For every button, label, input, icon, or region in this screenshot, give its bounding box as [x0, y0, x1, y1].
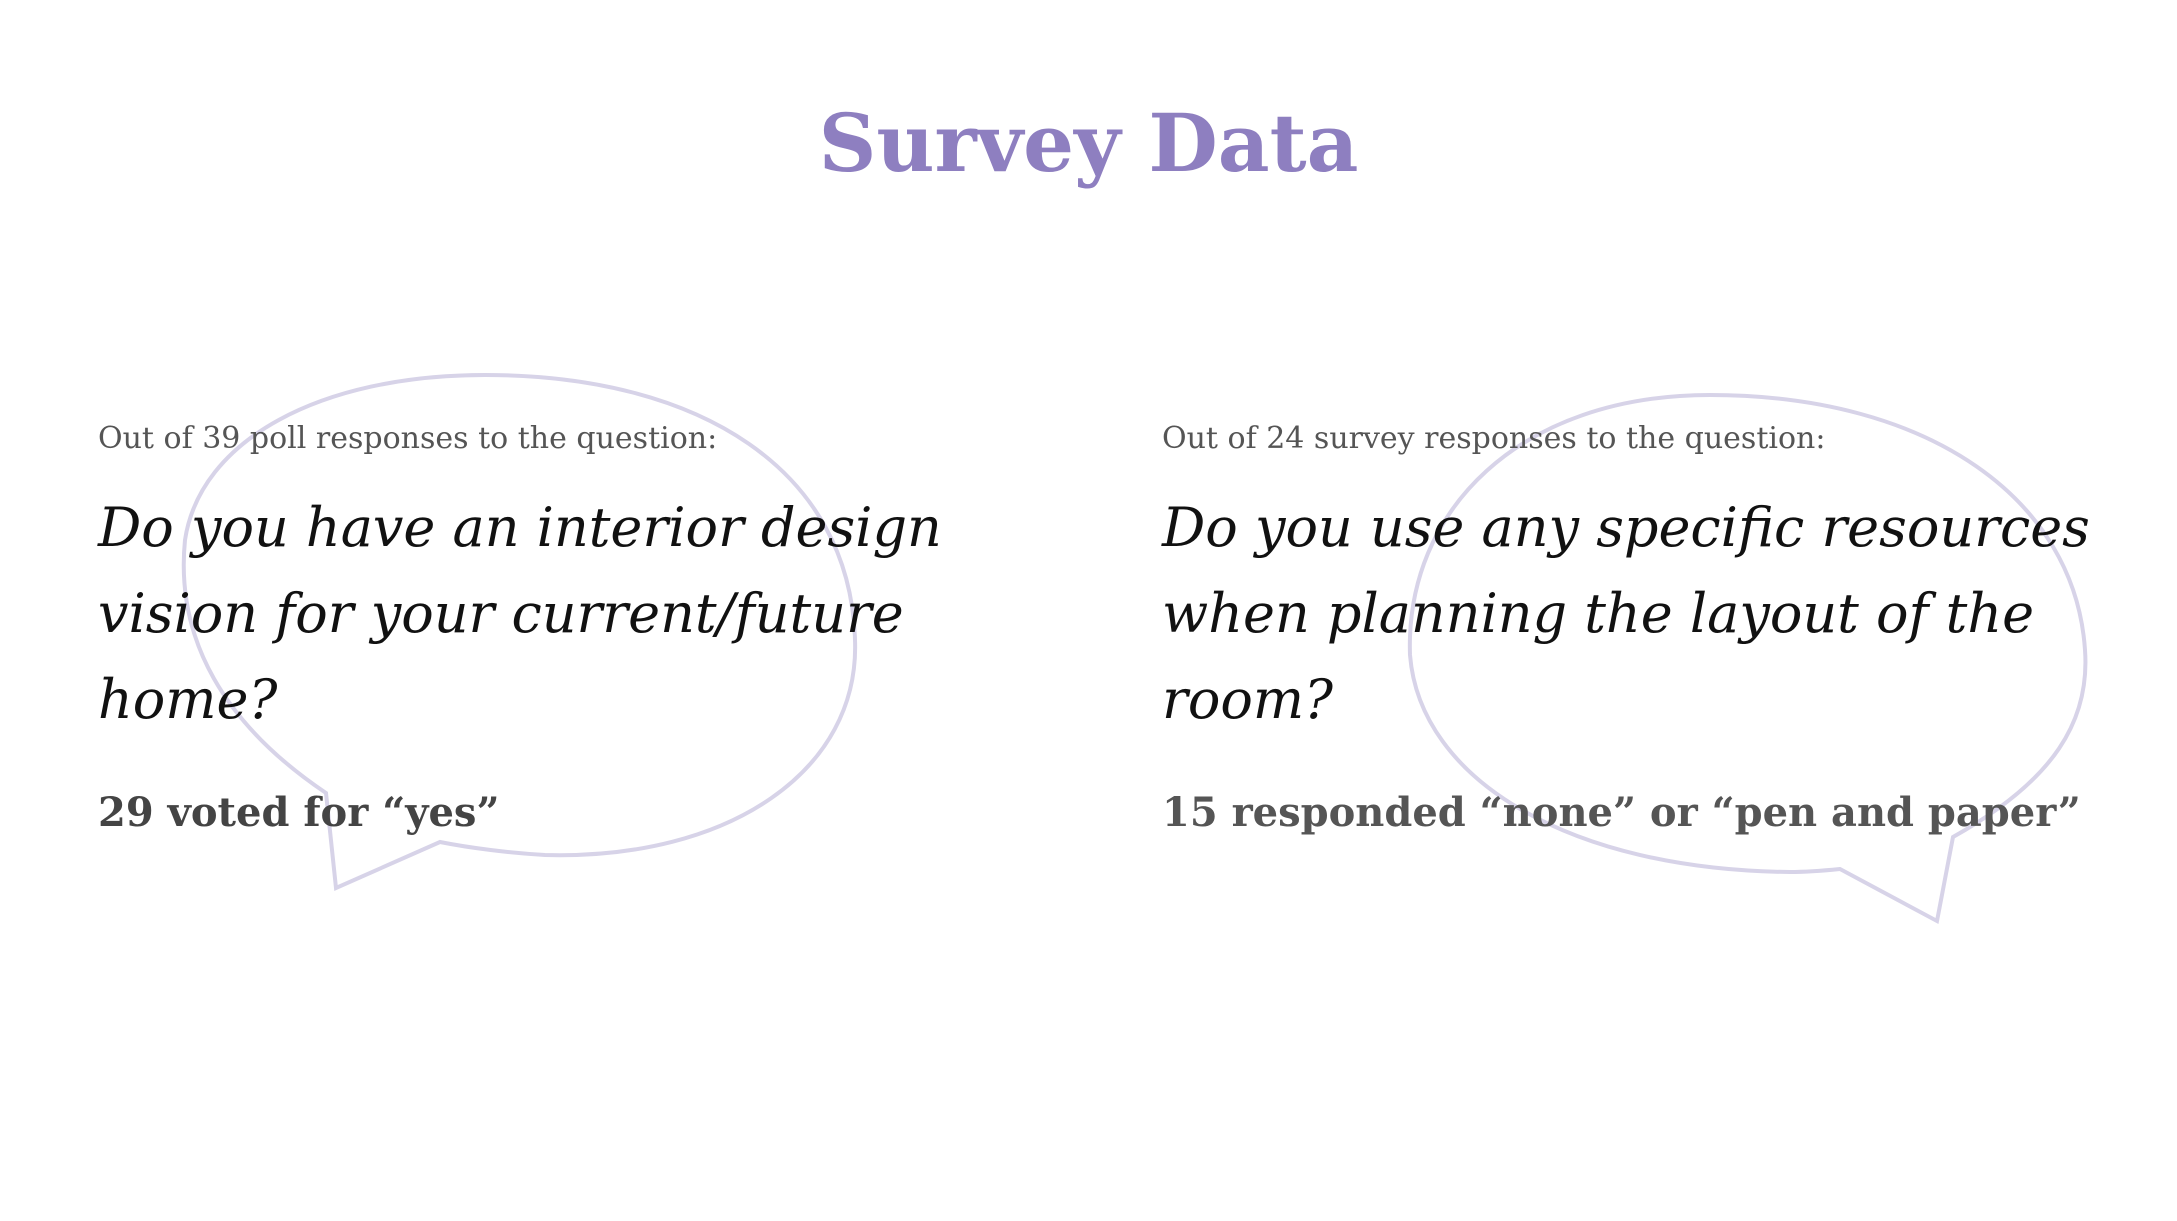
survey-question-text: Do you use any specific resources when p… [1162, 496, 2090, 731]
survey-panel-right: Out of 24 survey responses to the questi… [1162, 415, 2172, 841]
poll-intro-text: Out of 39 poll responses to the question… [98, 421, 718, 456]
poll-question-text: Do you have an interior design vision fo… [98, 496, 942, 731]
page-title: Survey Data [818, 96, 1359, 190]
survey-panel-left: Out of 39 poll responses to the question… [98, 415, 1058, 841]
survey-result-text: 15 responded “none” or “pen and paper” [1162, 789, 2081, 836]
survey-intro-text: Out of 24 survey responses to the questi… [1162, 421, 1826, 456]
poll-result-text: 29 voted for “yes” [98, 789, 500, 836]
slide: Survey Data Out of 39 poll responses to … [0, 0, 2177, 1221]
